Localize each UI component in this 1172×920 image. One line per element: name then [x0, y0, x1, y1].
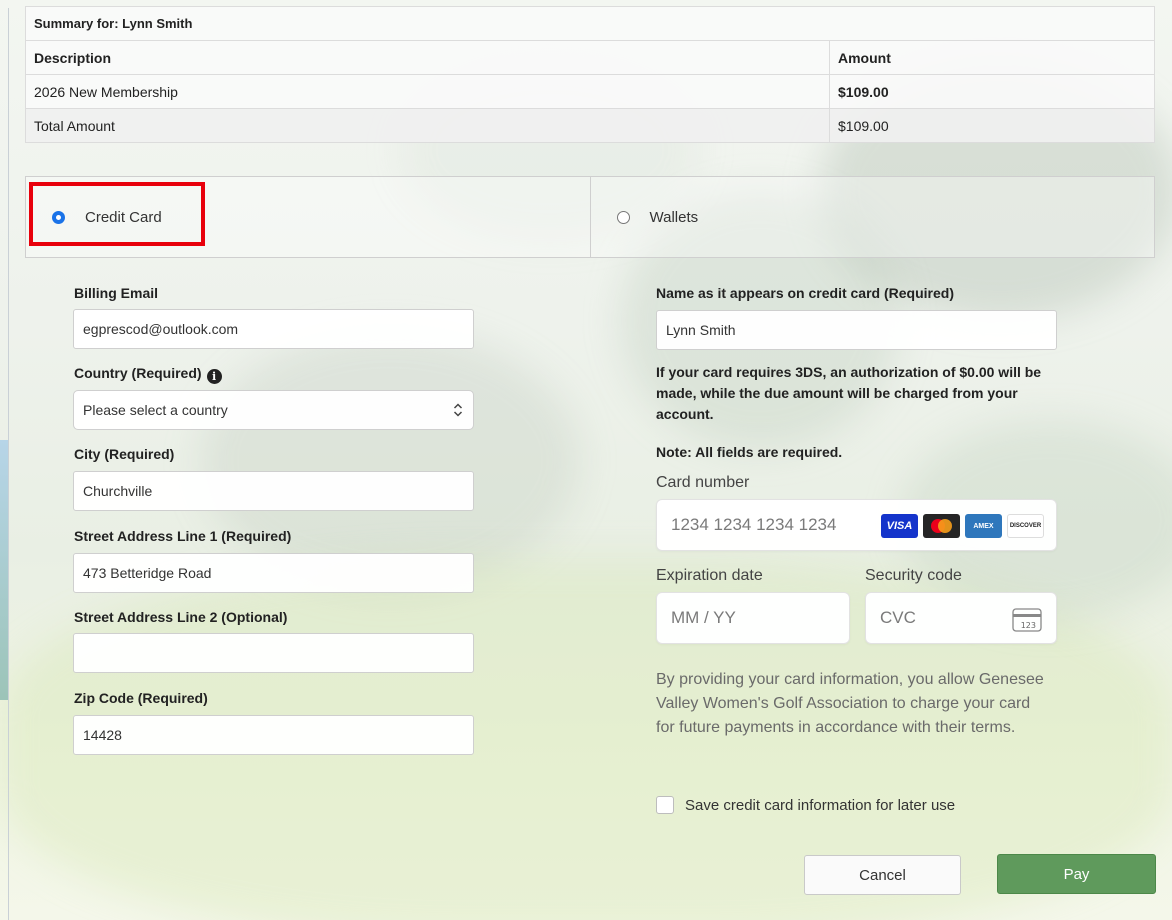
street2-field[interactable]: [73, 633, 474, 673]
zip-field[interactable]: 14428: [73, 715, 474, 755]
cvc-input[interactable]: CVC 123: [865, 592, 1057, 644]
save-card-label: Save credit card information for later u…: [685, 796, 956, 814]
billing-email-field[interactable]: egprescod@outlook.com: [73, 309, 474, 349]
total-label: Total Amount: [25, 108, 830, 143]
city-label: City (Required): [74, 446, 175, 462]
cvc-label: Security code: [865, 567, 962, 584]
credit-card-radio[interactable]: [52, 210, 65, 224]
wallets-radio[interactable]: [616, 210, 630, 224]
amex-icon: AMEX: [965, 514, 1002, 538]
discover-icon: DISCOVER: [1007, 514, 1044, 538]
credit-card-label: Credit Card: [85, 208, 162, 226]
3ds-notice: If your card requires 3DS, an authorizat…: [656, 364, 1042, 422]
save-card-option[interactable]: Save credit card information for later u…: [656, 796, 955, 814]
summary-title: Summary for: Lynn Smith: [25, 6, 1155, 41]
expiry-label: Expiration date: [656, 567, 763, 584]
column-header-description: Description: [25, 40, 830, 75]
tab-wallets[interactable]: Wallets: [589, 177, 1155, 257]
total-row: Total Amount $109.00: [25, 108, 1155, 143]
tab-credit-card[interactable]: Credit Card: [26, 177, 590, 257]
billing-email-label: Billing Email: [74, 285, 159, 301]
street2-label: Street Address Line 2 (Optional): [74, 609, 288, 625]
street1-field[interactable]: 473 Betteridge Road: [73, 553, 474, 593]
save-card-checkbox[interactable]: [656, 796, 674, 814]
column-header-amount: Amount: [829, 40, 1155, 75]
billing-email-value: egprescod@outlook.com: [83, 321, 239, 337]
cardholder-name-value: Lynn Smith: [666, 322, 736, 338]
city-value: Churchville: [83, 483, 153, 499]
cvc-icon-text: 123: [1021, 621, 1036, 630]
expiry-placeholder: MM / YY: [671, 608, 736, 627]
info-icon[interactable]: i: [206, 369, 222, 384]
row-amount: $109.00: [829, 74, 1155, 109]
pay-button[interactable]: Pay: [997, 854, 1156, 894]
cancel-button[interactable]: Cancel: [804, 855, 961, 895]
zip-label: Zip Code (Required): [74, 690, 208, 706]
consent-text: By providing your card information, you …: [656, 671, 1044, 736]
country-select-value: Please select a country: [83, 402, 228, 418]
mastercard-icon: [923, 514, 960, 538]
street1-value: 473 Betteridge Road: [83, 565, 212, 581]
total-amount: $109.00: [829, 108, 1155, 143]
wallets-label: Wallets: [649, 208, 699, 226]
card-number-input[interactable]: 1234 1234 1234 1234 VISA AMEX DISCOVER: [656, 499, 1057, 551]
table-row: 2026 New Membership $109.00: [25, 74, 1155, 109]
row-description: 2026 New Membership: [25, 74, 830, 109]
cvc-card-icon: 123: [1012, 608, 1042, 632]
cardholder-name-label: Name as it appears on credit card (Requi…: [656, 285, 954, 301]
card-brand-icons: VISA AMEX DISCOVER: [881, 514, 1044, 538]
visa-icon: VISA: [881, 514, 918, 538]
street1-label: Street Address Line 1 (Required): [74, 528, 292, 544]
chevron-up-down-icon: [453, 403, 463, 417]
expiry-input[interactable]: MM / YY: [656, 592, 850, 644]
country-select[interactable]: Please select a country: [73, 390, 474, 430]
payment-method-tabs: Credit Card Wallets: [25, 176, 1155, 258]
zip-value: 14428: [83, 727, 122, 743]
cardholder-name-field[interactable]: Lynn Smith: [656, 310, 1057, 350]
country-label: Country (Required) i: [74, 365, 222, 384]
cvc-placeholder: CVC: [880, 608, 916, 627]
summary-table: Summary for: Lynn Smith Description Amou…: [25, 6, 1155, 143]
card-number-label: Card number: [656, 474, 750, 491]
card-number-placeholder: 1234 1234 1234 1234: [671, 515, 837, 534]
required-note: Note: All fields are required.: [656, 444, 843, 460]
country-label-text: Country (Required): [74, 365, 202, 381]
city-field[interactable]: Churchville: [73, 471, 474, 511]
